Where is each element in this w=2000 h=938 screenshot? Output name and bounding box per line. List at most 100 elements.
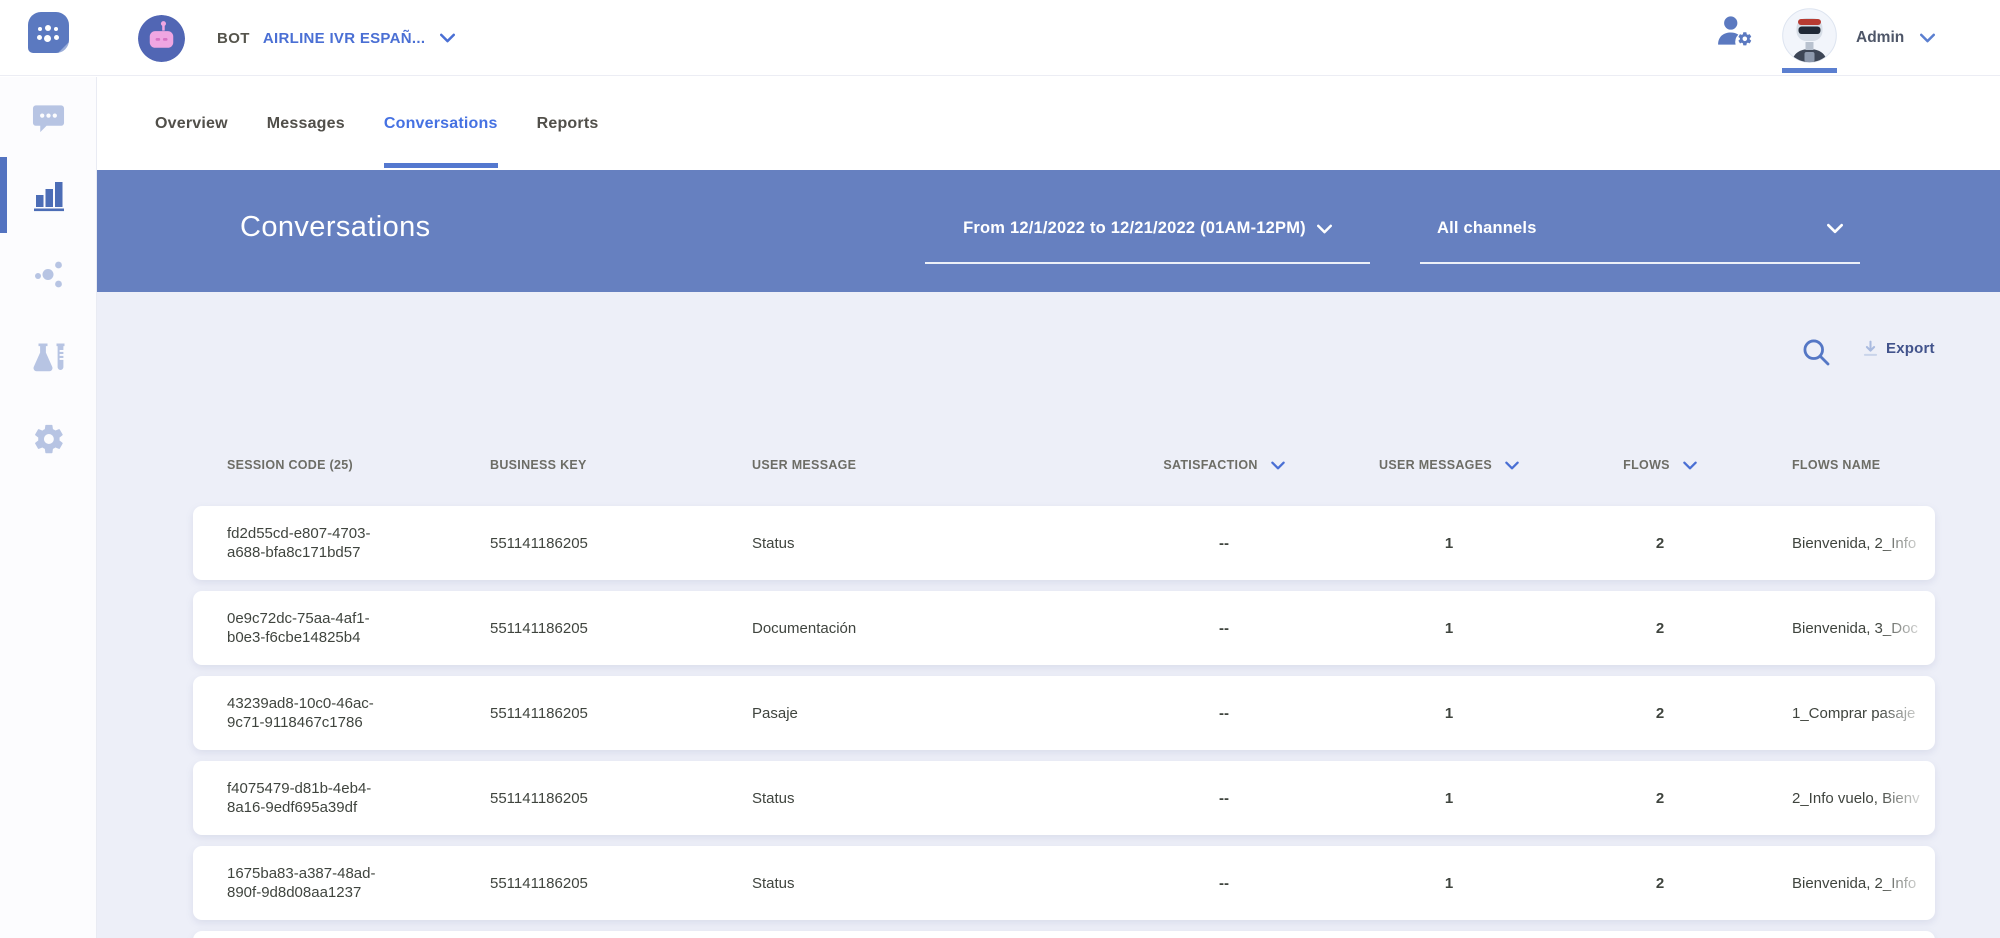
column-header-user-messages[interactable]: USER MESSAGES bbox=[1336, 458, 1562, 472]
user-messages-cell: 1 bbox=[1336, 620, 1562, 637]
sort-chevron-icon bbox=[1271, 461, 1285, 470]
sidebar bbox=[0, 77, 97, 938]
flows-cell: 2 bbox=[1562, 705, 1758, 722]
table-row[interactable]: 43239ad8-10c0-46ac-9c71-9118467c17865511… bbox=[193, 676, 1935, 750]
flows-cell: 2 bbox=[1562, 875, 1758, 892]
user-avatar[interactable] bbox=[1782, 8, 1837, 63]
column-label: USER MESSAGE bbox=[752, 458, 856, 472]
channels-dropdown[interactable]: All channels bbox=[1420, 170, 1860, 292]
export-button[interactable]: Export bbox=[1862, 340, 1935, 357]
column-label: USER MESSAGES bbox=[1379, 458, 1492, 472]
scatter-nodes-icon bbox=[33, 259, 65, 291]
bar-chart-icon bbox=[32, 180, 66, 212]
bot-label: BOT bbox=[217, 30, 250, 47]
user-messages-cell: 1 bbox=[1336, 790, 1562, 807]
business-key-cell: 551141186205 bbox=[490, 705, 752, 722]
main-area: Overview Messages Conversations Reports Con… bbox=[97, 77, 2000, 938]
avatar-active-underline bbox=[1782, 68, 1837, 73]
top-bar: BOT AIRLINE IVR ESPAÑ... Admin bbox=[0, 0, 2000, 76]
column-header-flows[interactable]: FLOWS bbox=[1562, 458, 1758, 472]
tab-overview[interactable]: Overview bbox=[155, 77, 228, 170]
chevron-down-icon bbox=[440, 33, 455, 43]
user-messages-cell: 1 bbox=[1336, 875, 1562, 892]
table-row[interactable]: fd2d55cd-e807-4703-a688-bfa8c171bd575511… bbox=[193, 506, 1935, 580]
session-code-cell: 43239ad8-10c0-46ac-9c71-9118467c1786 bbox=[227, 694, 490, 732]
gear-icon bbox=[32, 422, 66, 456]
sort-chevron-icon bbox=[1683, 461, 1697, 470]
flows-name-cell: Bienvenida, 2_Info bbox=[1758, 535, 1935, 552]
user-messages-cell: 1 bbox=[1336, 535, 1562, 552]
user-message-cell: Status bbox=[752, 875, 1112, 892]
tab-reports[interactable]: Reports bbox=[537, 77, 599, 170]
admin-label: Admin bbox=[1856, 29, 1904, 47]
page-title: Conversations bbox=[240, 211, 431, 244]
chevron-down-icon bbox=[1827, 223, 1843, 234]
business-key-cell: 551141186205 bbox=[490, 875, 752, 892]
satisfaction-cell: -- bbox=[1112, 535, 1336, 552]
sort-chevron-icon bbox=[1505, 461, 1519, 470]
download-icon bbox=[1862, 340, 1879, 357]
bot-selector[interactable]: BOT AIRLINE IVR ESPAÑ... bbox=[138, 0, 455, 76]
business-key-cell: 551141186205 bbox=[490, 620, 752, 637]
table-row-partial[interactable] bbox=[193, 931, 1935, 938]
date-range-label: From 12/1/2022 to 12/21/2022 (01AM-12PM) bbox=[963, 219, 1306, 238]
search-icon[interactable] bbox=[1800, 336, 1832, 368]
flows-name-cell: Bienvenida, 3_Doc bbox=[1758, 620, 1935, 637]
column-header-satisfaction[interactable]: SATISFACTION bbox=[1112, 458, 1336, 472]
column-label: SESSION CODE (25) bbox=[227, 458, 353, 472]
satisfaction-cell: -- bbox=[1112, 875, 1336, 892]
table-row[interactable]: 0e9c72dc-75aa-4af1-b0e3-f6cbe14825b45511… bbox=[193, 591, 1935, 665]
admin-menu[interactable]: Admin bbox=[1856, 0, 1935, 76]
bot-name: AIRLINE IVR ESPAÑ... bbox=[263, 30, 425, 47]
table-row[interactable]: f4075479-d81b-4eb4-8a16-9edf695a39df5511… bbox=[193, 761, 1935, 835]
channels-label: All channels bbox=[1437, 219, 1537, 238]
sidebar-item-chat-bubble[interactable] bbox=[0, 93, 97, 145]
column-header-business-key: BUSINESS KEY bbox=[490, 458, 752, 472]
chat-bubble-icon bbox=[32, 104, 65, 134]
column-label: FLOWS NAME bbox=[1792, 458, 1880, 472]
flows-cell: 2 bbox=[1562, 620, 1758, 637]
user-messages-cell: 1 bbox=[1336, 705, 1562, 722]
column-header-session-code-25: SESSION CODE (25) bbox=[227, 458, 490, 472]
column-header-user-message: USER MESSAGE bbox=[752, 458, 1112, 472]
export-label: Export bbox=[1886, 340, 1935, 357]
tab-conversations[interactable]: Conversations bbox=[384, 77, 498, 170]
column-label: SATISFACTION bbox=[1163, 458, 1257, 472]
flows-name-cell: 2_Info vuelo, Bienv bbox=[1758, 790, 1935, 807]
sidebar-item-lab-flask[interactable] bbox=[0, 332, 97, 384]
page-header-band: Conversations From 12/1/2022 to 12/21/20… bbox=[97, 170, 2000, 292]
column-label: BUSINESS KEY bbox=[490, 458, 587, 472]
content-area: Export SESSION CODE (25) BUSINESS KEY USER… bbox=[97, 292, 2000, 938]
column-label: FLOWS bbox=[1623, 458, 1670, 472]
business-key-cell: 551141186205 bbox=[490, 790, 752, 807]
satisfaction-cell: -- bbox=[1112, 705, 1336, 722]
tabs: Overview Messages Conversations Reports bbox=[97, 77, 2000, 170]
chevron-down-icon bbox=[1920, 33, 1935, 43]
column-header-flows-name: FLOWS NAME bbox=[1758, 458, 1935, 472]
sidebar-item-scatter-nodes[interactable] bbox=[0, 249, 97, 301]
table-row[interactable]: 1675ba83-a387-48ad-890f-9d8d08aa12375511… bbox=[193, 846, 1935, 920]
date-range-dropdown[interactable]: From 12/1/2022 to 12/21/2022 (01AM-12PM) bbox=[925, 170, 1370, 292]
flows-cell: 2 bbox=[1562, 790, 1758, 807]
add-user-icon[interactable] bbox=[1716, 14, 1756, 50]
flows-name-cell: 1_Comprar pasaje bbox=[1758, 705, 1935, 722]
satisfaction-cell: -- bbox=[1112, 620, 1336, 637]
user-message-cell: Status bbox=[752, 535, 1112, 552]
flows-cell: 2 bbox=[1562, 535, 1758, 552]
bot-avatar-icon bbox=[138, 15, 185, 62]
session-code-cell: 0e9c72dc-75aa-4af1-b0e3-f6cbe14825b4 bbox=[227, 609, 490, 647]
tab-messages[interactable]: Messages bbox=[267, 77, 345, 170]
session-code-cell: 1675ba83-a387-48ad-890f-9d8d08aa1237 bbox=[227, 864, 490, 902]
session-code-cell: fd2d55cd-e807-4703-a688-bfa8c171bd57 bbox=[227, 524, 490, 562]
table-header: SESSION CODE (25) BUSINESS KEY USER MESSAG… bbox=[193, 458, 1935, 472]
sidebar-item-bar-chart[interactable] bbox=[0, 170, 97, 222]
app-logo-icon[interactable] bbox=[28, 12, 69, 53]
flows-name-cell: Bienvenida, 2_Info bbox=[1758, 875, 1935, 892]
sidebar-item-gear[interactable] bbox=[0, 413, 97, 465]
business-key-cell: 551141186205 bbox=[490, 535, 752, 552]
session-code-cell: f4075479-d81b-4eb4-8a16-9edf695a39df bbox=[227, 779, 490, 817]
conversations-table-body: fd2d55cd-e807-4703-a688-bfa8c171bd575511… bbox=[193, 506, 2000, 938]
user-message-cell: Documentación bbox=[752, 620, 1112, 637]
chevron-down-icon bbox=[1317, 224, 1332, 234]
user-message-cell: Status bbox=[752, 790, 1112, 807]
